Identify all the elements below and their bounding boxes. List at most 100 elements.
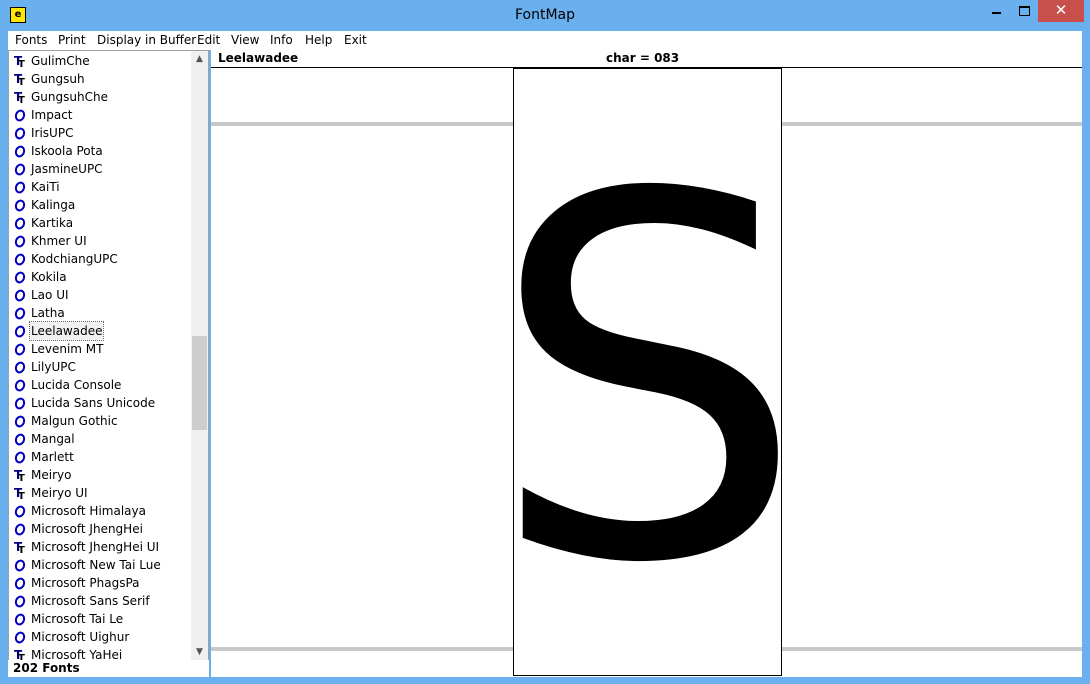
svg-text:T: T (18, 473, 25, 484)
menu-help[interactable]: Help (305, 33, 332, 47)
font-list-item-label: Levenim MT (31, 342, 104, 356)
close-icon: ✕ (1054, 1, 1068, 19)
font-list-item-label: Meiryo (31, 468, 72, 482)
opentype-icon (13, 196, 27, 214)
font-list-item[interactable]: KodchiangUPC (9, 250, 191, 268)
font-list-item[interactable]: T T Meiryo UI (9, 484, 191, 502)
font-list-item[interactable]: Lao UI (9, 286, 191, 304)
font-list-item[interactable]: Microsoft JhengHei (9, 520, 191, 538)
font-list-item-label: Lucida Sans Unicode (31, 396, 156, 410)
font-list-item-label: Microsoft Tai Le (31, 612, 124, 626)
maximize-button[interactable] (1010, 0, 1038, 22)
font-list-item-label: IrisUPC (31, 126, 74, 140)
truetype-icon: TT (13, 70, 27, 88)
truetype-icon: TT (13, 52, 27, 70)
truetype-icon: TT (13, 88, 27, 106)
font-list-item[interactable]: Mangal (9, 430, 191, 448)
font-list-item-label: Mangal (31, 432, 75, 446)
opentype-icon (13, 214, 27, 232)
font-list-item[interactable]: IrisUPC (9, 124, 191, 142)
font-list-item-label: Microsoft Himalaya (31, 504, 146, 518)
font-list-item-label: Khmer UI (31, 234, 87, 248)
list-scrollbar[interactable]: ▲ ▼ (191, 51, 208, 661)
glyph-canvas: S (488, 90, 805, 672)
font-list-item[interactable]: Microsoft Sans Serif (9, 592, 191, 610)
font-count-status: 202 Fonts (8, 660, 209, 677)
opentype-icon (13, 394, 27, 412)
font-list-item[interactable]: Microsoft Tai Le (9, 610, 191, 628)
preview-header: Leelawadee char = 083 (211, 50, 1082, 68)
font-list-item[interactable]: Kalinga (9, 196, 191, 214)
font-list-item-label: Lao UI (31, 288, 69, 302)
truetype-icon: TT (13, 484, 27, 502)
font-list-item[interactable]: KaiTi (9, 178, 191, 196)
truetype-icon: TT (13, 538, 27, 556)
font-list-item[interactable]: Microsoft PhagsPa (9, 574, 191, 592)
font-list-item[interactable]: Khmer UI (9, 232, 191, 250)
opentype-icon (13, 502, 27, 520)
font-list-item-label: Microsoft Uighur (31, 630, 130, 644)
font-list-item[interactable]: Microsoft New Tai Lue (9, 556, 191, 574)
font-list-item[interactable]: T T Gungsuh (9, 70, 191, 88)
font-list-item[interactable]: Malgun Gothic (9, 412, 191, 430)
font-list-item-label: GulimChe (31, 54, 90, 68)
font-list[interactable]: T T GulimChe T T Gungsuh T T GungsuhChe Impact Iri… (8, 50, 209, 662)
font-list-item[interactable]: Leelawadee (9, 321, 191, 341)
menu-edit[interactable]: Edit (197, 33, 220, 47)
font-list-item[interactable]: Impact (9, 106, 191, 124)
font-list-item[interactable]: T T Microsoft JhengHei UI (9, 538, 191, 556)
font-list-item[interactable]: T T GulimChe (9, 52, 191, 70)
opentype-icon (13, 610, 27, 628)
opentype-icon (13, 250, 27, 268)
menu-view[interactable]: View (231, 33, 259, 47)
font-list-item[interactable]: Lucida Console (9, 376, 191, 394)
opentype-icon (13, 376, 27, 394)
font-list-item[interactable]: Levenim MT (9, 340, 191, 358)
opentype-icon (13, 430, 27, 448)
menu-bar: Fonts Print Display in Buffer Edit View … (8, 31, 1082, 50)
font-list-item-label: Iskoola Pota (31, 144, 103, 158)
opentype-icon (13, 142, 27, 160)
glyph-cell: S (488, 68, 806, 676)
scroll-thumb[interactable] (192, 336, 207, 430)
opentype-icon (13, 358, 27, 376)
preview-font-name: Leelawadee (218, 51, 299, 65)
font-list-item-label: Microsoft JhengHei UI (31, 540, 160, 554)
font-list-item[interactable]: JasmineUPC (9, 160, 191, 178)
font-list-item[interactable]: LilyUPC (9, 358, 191, 376)
minimize-icon (991, 12, 1001, 14)
font-list-item[interactable]: T T GungsuhChe (9, 88, 191, 106)
font-list-item-label: LilyUPC (31, 360, 76, 374)
scroll-down-arrow-icon[interactable]: ▼ (191, 644, 208, 661)
font-list-item-label: Microsoft PhagsPa (31, 576, 140, 590)
menu-exit[interactable]: Exit (344, 33, 367, 47)
font-list-item[interactable]: Iskoola Pota (9, 142, 191, 160)
font-list-item[interactable]: T T Meiryo (9, 466, 191, 484)
opentype-icon (13, 304, 27, 322)
title-bar[interactable]: e FontMap ✕ (0, 0, 1090, 31)
svg-text:T: T (18, 59, 25, 70)
font-list-item[interactable]: Microsoft Himalaya (9, 502, 191, 520)
opentype-icon (13, 178, 27, 196)
preview-char-code: char = 083 (606, 51, 680, 65)
font-list-item-label: Kalinga (31, 198, 76, 212)
font-list-item[interactable]: Microsoft Uighur (9, 628, 191, 646)
font-list-item[interactable]: Lucida Sans Unicode (9, 394, 191, 412)
font-list-item[interactable]: Kokila (9, 268, 191, 286)
menu-fonts[interactable]: Fonts (15, 33, 47, 47)
opentype-icon (13, 592, 27, 610)
opentype-icon (13, 340, 27, 358)
opentype-icon (13, 322, 27, 340)
font-list-item[interactable]: Latha (9, 304, 191, 322)
font-list-item[interactable]: Marlett (9, 448, 191, 466)
menu-print[interactable]: Print (58, 33, 86, 47)
minimize-button[interactable] (982, 0, 1010, 22)
font-list-item-label: Meiryo UI (31, 486, 88, 500)
font-list-item-label: Microsoft JhengHei (31, 522, 143, 536)
close-button[interactable]: ✕ (1038, 0, 1084, 22)
font-list-item[interactable]: Kartika (9, 214, 191, 232)
opentype-icon (13, 232, 27, 250)
scroll-up-arrow-icon[interactable]: ▲ (191, 51, 208, 68)
menu-display-in-buffer[interactable]: Display in Buffer (97, 33, 196, 47)
menu-info[interactable]: Info (270, 33, 293, 47)
